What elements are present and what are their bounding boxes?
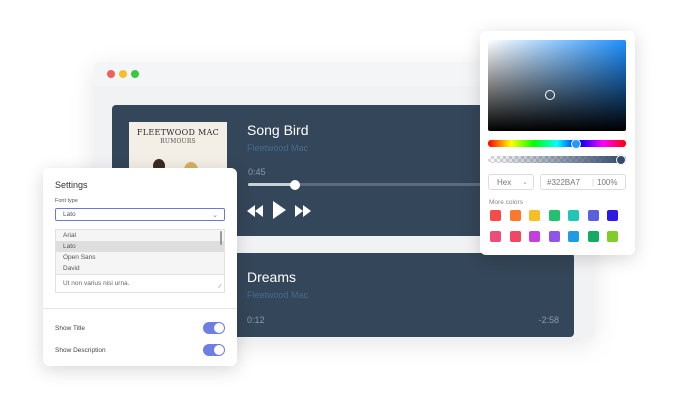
font-options-list: Arial Lato Open Sans David: [55, 229, 225, 275]
settings-divider: [43, 308, 237, 309]
track-artist: Fleetwood Mac: [247, 290, 309, 300]
color-swatch[interactable]: [607, 231, 618, 242]
resize-grip-icon[interactable]: ∕∕: [219, 284, 221, 290]
track-artist: Fleetwood Mac: [247, 143, 309, 153]
track-title: Dreams: [247, 269, 297, 285]
remaining-time: -2:58: [538, 315, 559, 325]
hex-value: #322BA7: [547, 178, 580, 187]
settings-title: Settings: [55, 180, 88, 190]
progress-bar[interactable]: [248, 179, 488, 190]
maximize-window-dot[interactable]: [131, 70, 139, 78]
color-swatch[interactable]: [490, 210, 501, 221]
color-swatch[interactable]: [568, 210, 579, 221]
close-window-dot[interactable]: [107, 70, 115, 78]
color-swatch[interactable]: [529, 231, 540, 242]
track-title: Song Bird: [247, 122, 309, 138]
show-title-label: Show Title: [55, 325, 85, 332]
description-textarea[interactable]: Ut non varius nisi urna. ∕∕: [55, 275, 225, 293]
settings-panel: Settings Font type Lato ⌄ Arial Lato Ope…: [43, 168, 237, 366]
minimize-window-dot[interactable]: [119, 70, 127, 78]
font-select-value: Lato: [63, 211, 76, 218]
alpha-value: 100%: [597, 178, 618, 187]
toggle-knob: [214, 323, 224, 333]
color-swatch[interactable]: [587, 210, 599, 221]
show-description-label: Show Description: [55, 347, 106, 354]
hue-knob[interactable]: [571, 138, 581, 149]
current-time: 0:12: [247, 315, 265, 325]
color-format-select[interactable]: Hex ⌄: [488, 174, 534, 190]
textarea-value: Ut non varius nisi urna.: [63, 280, 130, 287]
toggle-knob: [214, 345, 224, 355]
font-type-label: Font type: [55, 198, 78, 204]
color-swatch[interactable]: [607, 210, 618, 221]
color-swatch[interactable]: [509, 231, 521, 242]
color-format-value: Hex: [497, 178, 512, 187]
font-option[interactable]: Open Sans: [56, 252, 224, 263]
saturation-value-area[interactable]: [488, 40, 626, 131]
fast-forward-icon[interactable]: [295, 205, 311, 217]
hue-slider[interactable]: [488, 138, 626, 149]
color-swatch[interactable]: [568, 231, 579, 242]
alpha-slider[interactable]: [488, 154, 626, 165]
font-option[interactable]: Arial: [56, 230, 224, 241]
color-swatch[interactable]: [548, 231, 560, 242]
progress-fill: [248, 183, 295, 186]
chevron-down-icon: ⌄: [522, 179, 528, 186]
color-swatch[interactable]: [587, 231, 599, 242]
color-swatch[interactable]: [490, 231, 501, 242]
hex-separator: |: [592, 178, 595, 187]
color-swatch[interactable]: [509, 210, 521, 221]
play-icon[interactable]: [271, 201, 287, 219]
current-time: 0:45: [248, 167, 266, 177]
font-option-selected[interactable]: Lato: [56, 241, 224, 252]
color-picker-panel: Hex ⌄ #322BA7 | 100% More colors: [480, 31, 635, 255]
show-description-toggle[interactable]: [203, 344, 225, 356]
more-colors-label: More colors: [489, 199, 523, 206]
rewind-icon[interactable]: [247, 205, 263, 217]
progress-knob[interactable]: [290, 179, 300, 190]
chevron-down-icon: ⌄: [212, 212, 218, 219]
list-scrollbar[interactable]: [220, 231, 222, 245]
color-cursor[interactable]: [545, 90, 555, 100]
color-swatch[interactable]: [529, 210, 540, 221]
font-type-select[interactable]: Lato ⌄: [55, 208, 225, 221]
hex-input[interactable]: #322BA7 | 100%: [540, 174, 626, 190]
show-title-toggle[interactable]: [203, 322, 225, 334]
alpha-knob[interactable]: [616, 154, 626, 165]
color-swatch[interactable]: [548, 210, 560, 221]
font-option[interactable]: David: [56, 263, 224, 274]
